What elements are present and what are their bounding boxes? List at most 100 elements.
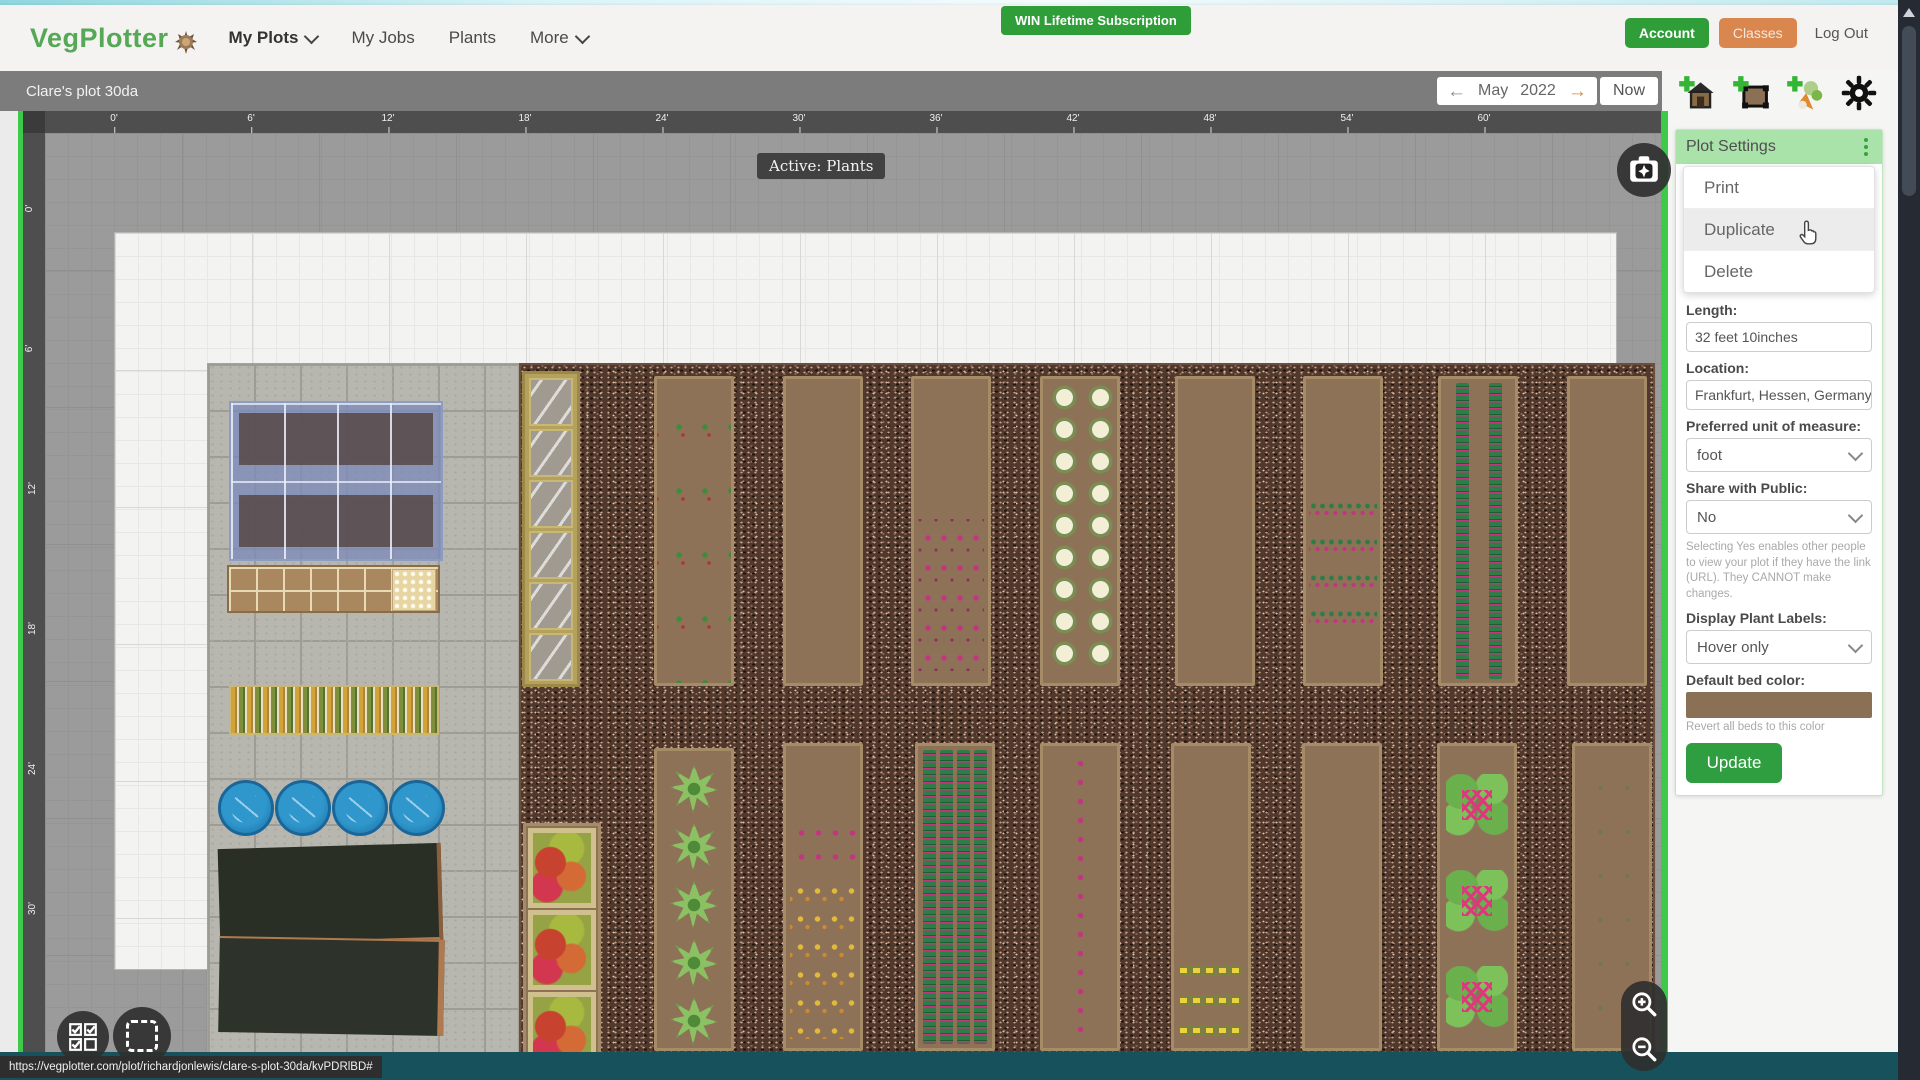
- revert-color-text: Revert all beds to this color: [1686, 721, 1872, 733]
- logo-text: VegPlotter: [30, 23, 169, 54]
- bed-beet-rows[interactable]: [1303, 376, 1383, 686]
- plot-canvas[interactable]: 0'6'12'18'24'30'36'42'48'54'60' 0'6'12'1…: [18, 111, 1668, 1059]
- share-help-text: Selecting Yes enables other people to vi…: [1686, 540, 1872, 602]
- ruler-tick: 18': [27, 622, 38, 635]
- add-bed-icon[interactable]: [1732, 74, 1770, 112]
- zoom-controls: [1621, 981, 1667, 1071]
- unit-select[interactable]: foot: [1686, 438, 1872, 472]
- account-buttons: Account Classes Log Out: [1625, 18, 1876, 48]
- ruler-tick: 60': [1477, 113, 1490, 124]
- share-select[interactable]: No: [1686, 500, 1872, 534]
- seed-tray: [392, 569, 436, 611]
- ruler-tick: 36': [929, 113, 942, 124]
- panel-header: Plot Settings: [1676, 130, 1882, 164]
- nav-items: My Plots My Jobs Plants More: [229, 28, 588, 48]
- ruler-tick: 12': [27, 482, 38, 495]
- canvas-field[interactable]: Active: Plants: [45, 133, 1661, 1052]
- plot-settings-menu: Print Duplicate Delete: [1683, 166, 1875, 293]
- kebab-menu-icon[interactable]: [1860, 134, 1872, 160]
- bed-mixed-sowings[interactable]: [783, 743, 863, 1051]
- ruler-tick: 0': [110, 113, 117, 124]
- hedgehog-icon: [171, 27, 201, 57]
- ruler-tick: 24': [655, 113, 668, 124]
- win-subscription-banner[interactable]: WIN Lifetime Subscription: [1001, 6, 1191, 35]
- ruler-tick: 18': [518, 113, 531, 124]
- bed-carrot-rows[interactable]: [915, 743, 995, 1051]
- bed-pink-row[interactable]: [1040, 743, 1120, 1051]
- page-scrollbar[interactable]: [1898, 0, 1920, 1080]
- scroll-up-arrow[interactable]: [1903, 8, 1915, 17]
- location-input[interactable]: Frankfurt, Hessen, Germany,5: [1686, 380, 1872, 410]
- bed-color-swatch[interactable]: [1686, 692, 1872, 718]
- next-month-arrow[interactable]: →: [1568, 82, 1587, 101]
- chevron-down-icon: [304, 28, 320, 44]
- greenhouse[interactable]: [229, 401, 443, 561]
- zoom-in-button[interactable]: [1629, 989, 1659, 1019]
- plot-area[interactable]: [114, 232, 1617, 970]
- settings-gear-icon[interactable]: [1840, 74, 1878, 112]
- plant-labels-select[interactable]: Hover only: [1686, 630, 1872, 664]
- ruler-tick: 30': [792, 113, 805, 124]
- plot-toolbar: [1678, 74, 1878, 112]
- horizontal-ruler: 0'6'12'18'24'30'36'42'48'54'60': [45, 111, 1661, 133]
- chevron-down-icon: [1848, 637, 1864, 653]
- menu-item-delete[interactable]: Delete: [1684, 250, 1874, 292]
- classes-button[interactable]: Classes: [1719, 18, 1797, 48]
- account-button[interactable]: Account: [1625, 18, 1709, 48]
- zoom-out-button[interactable]: [1629, 1034, 1659, 1064]
- update-button[interactable]: Update: [1686, 743, 1782, 783]
- scrollbar-thumb[interactable]: [1902, 26, 1916, 196]
- month-label: May: [1478, 82, 1508, 100]
- compost-bins[interactable]: [219, 846, 438, 1033]
- harvest-crates[interactable]: [523, 823, 601, 1055]
- bed-cauliflower[interactable]: [1040, 376, 1120, 686]
- water-barrel[interactable]: [332, 780, 388, 836]
- vertical-ruler: 0'6'12'18'24'30': [23, 133, 45, 1052]
- now-button[interactable]: Now: [1600, 77, 1658, 105]
- ruler-tick: 30': [27, 902, 38, 915]
- ruler-tick: 42': [1066, 113, 1079, 124]
- bed-carrot-rows[interactable]: [1438, 376, 1518, 686]
- bed-empty[interactable]: [1175, 376, 1255, 686]
- location-label: Location:: [1686, 360, 1872, 376]
- bed-yellow-sowings[interactable]: [1171, 743, 1251, 1051]
- nav-plants[interactable]: Plants: [449, 28, 496, 48]
- status-url-bar: https://vegplotter.com/plot/richardjonle…: [0, 1056, 382, 1078]
- ruler-tick: 0': [24, 205, 35, 212]
- bed-seedlings[interactable]: [654, 376, 734, 686]
- menu-item-duplicate[interactable]: Duplicate: [1684, 208, 1874, 250]
- seedling-trays[interactable]: [229, 685, 439, 735]
- bed-color-label: Default bed color:: [1686, 672, 1872, 688]
- logout-button[interactable]: Log Out: [1807, 19, 1876, 48]
- bed-rhubarb[interactable]: [1437, 743, 1517, 1051]
- snapshot-center-button[interactable]: [1617, 143, 1671, 197]
- add-plant-icon[interactable]: [1786, 74, 1824, 112]
- bed-empty[interactable]: [1567, 376, 1647, 686]
- prev-month-arrow[interactable]: ←: [1447, 82, 1466, 101]
- water-barrel[interactable]: [275, 780, 331, 836]
- chevron-down-icon: [1848, 445, 1864, 461]
- potting-table[interactable]: [227, 565, 440, 613]
- date-navigator[interactable]: ← May 2022 →: [1437, 77, 1597, 105]
- bed-squash[interactable]: [654, 748, 734, 1051]
- dashed-square-icon: [126, 1020, 158, 1052]
- ruler-corner: [23, 111, 45, 133]
- water-barrel[interactable]: [218, 780, 274, 836]
- water-barrel[interactable]: [389, 780, 445, 836]
- hand-cursor-icon: [1796, 219, 1822, 247]
- cold-frames[interactable]: [522, 371, 580, 687]
- bed-empty[interactable]: [1302, 743, 1382, 1051]
- bed-empty[interactable]: [783, 376, 863, 686]
- plot-title: Clare's plot 30da: [26, 83, 138, 100]
- vegplotter-logo[interactable]: VegPlotter: [30, 19, 201, 57]
- panel-title: Plot Settings: [1686, 138, 1776, 156]
- nav-my-jobs[interactable]: My Jobs: [351, 28, 414, 48]
- add-structure-icon[interactable]: [1678, 74, 1716, 112]
- plot-header-bar: Clare's plot 30da ← May 2022 → Now: [0, 71, 1662, 111]
- length-input[interactable]: 32 feet 10inches: [1686, 322, 1872, 352]
- bed-pink-sowings[interactable]: [911, 376, 991, 686]
- nav-more[interactable]: More: [530, 28, 588, 48]
- menu-item-print[interactable]: Print: [1684, 167, 1874, 208]
- nav-my-plots[interactable]: My Plots: [229, 28, 318, 48]
- chevron-down-icon: [1848, 507, 1864, 523]
